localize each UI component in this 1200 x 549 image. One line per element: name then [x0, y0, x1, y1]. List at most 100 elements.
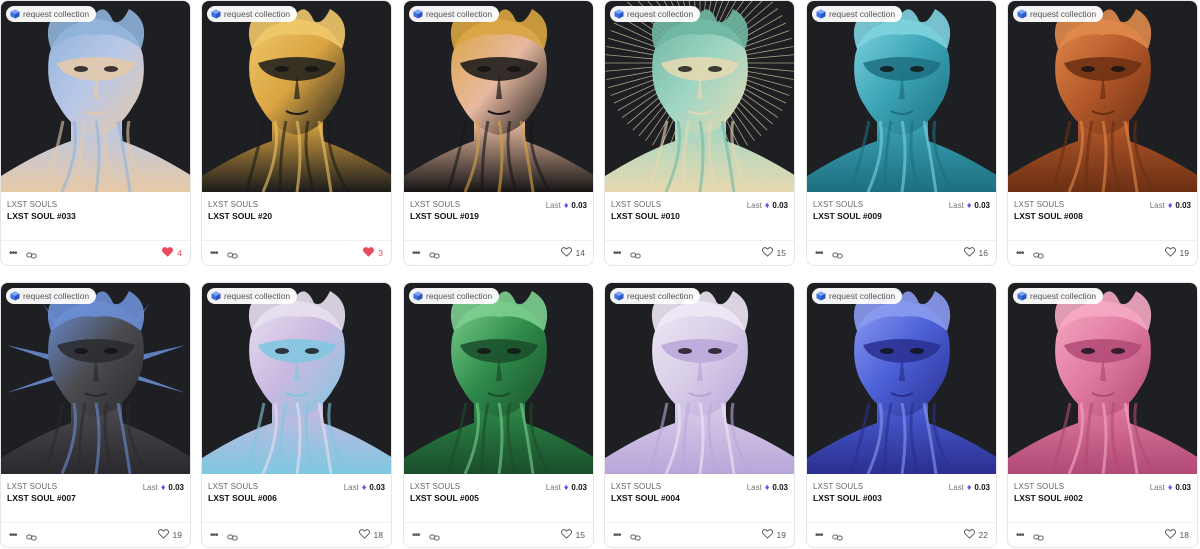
collection-name[interactable]: LXST SOULS [208, 482, 258, 491]
link-icon[interactable] [1033, 530, 1044, 541]
nft-card[interactable]: request collection LXST SOULS LXST SOUL #0… [201, 282, 392, 548]
more-options-icon[interactable]: ••• [1016, 531, 1024, 541]
nft-card[interactable]: request collection LXST SOULS LXST SOUL #0… [1007, 0, 1198, 266]
link-icon[interactable] [630, 530, 641, 541]
like-button[interactable]: 19 [761, 529, 786, 541]
more-options-icon[interactable]: ••• [815, 531, 823, 541]
nft-artwork[interactable] [404, 283, 593, 474]
nft-card[interactable]: request collection LXST SOULS LXST SOUL #0… [604, 282, 795, 548]
nft-artwork[interactable] [404, 1, 593, 192]
request-collection-badge[interactable]: request collection [409, 6, 500, 22]
link-icon[interactable] [832, 248, 843, 259]
collection-name[interactable]: LXST SOULS [208, 200, 258, 209]
nft-title[interactable]: LXST SOUL #007 [7, 493, 76, 503]
card-meta: LXST SOULS LXST SOUL #008 Last ♦ 0.03 [1008, 192, 1197, 242]
nft-artwork[interactable] [605, 283, 794, 474]
link-icon[interactable] [227, 530, 238, 541]
request-collection-badge[interactable]: request collection [6, 6, 97, 22]
like-button[interactable]: 4 [162, 247, 182, 259]
link-icon[interactable] [832, 530, 843, 541]
nft-title[interactable]: LXST SOUL #003 [813, 493, 882, 503]
nft-artwork[interactable] [605, 1, 794, 192]
nft-title[interactable]: LXST SOUL #010 [611, 211, 680, 221]
nft-card[interactable]: request collection LXST SOULS LXST SOUL #0… [604, 0, 795, 266]
nft-title[interactable]: LXST SOUL #008 [1014, 211, 1083, 221]
like-button[interactable]: 15 [560, 529, 585, 541]
request-collection-badge[interactable]: request collection [1013, 288, 1104, 304]
link-icon[interactable] [1033, 248, 1044, 259]
nft-title[interactable]: LXST SOUL #005 [410, 493, 479, 503]
request-collection-badge[interactable]: request collection [1013, 6, 1104, 22]
like-button[interactable]: 14 [560, 247, 585, 259]
collection-name[interactable]: LXST SOULS [1014, 482, 1064, 491]
more-options-icon[interactable]: ••• [210, 249, 218, 259]
request-collection-badge[interactable]: request collection [812, 288, 903, 304]
nft-card[interactable]: request collection LXST SOULS LXST SOUL #0… [806, 282, 997, 548]
request-collection-badge[interactable]: request collection [207, 6, 298, 22]
nft-title[interactable]: LXST SOUL #009 [813, 211, 882, 221]
link-icon[interactable] [630, 248, 641, 259]
link-icon[interactable] [26, 248, 37, 259]
more-options-icon[interactable]: ••• [210, 531, 218, 541]
nft-artwork[interactable] [202, 283, 391, 474]
like-button[interactable]: 22 [963, 529, 988, 541]
request-collection-badge[interactable]: request collection [207, 288, 298, 304]
like-button[interactable]: 15 [761, 247, 786, 259]
nft-artwork[interactable] [807, 283, 996, 474]
request-collection-badge[interactable]: request collection [610, 288, 701, 304]
nft-artwork[interactable] [1, 1, 190, 192]
nft-card[interactable]: request collection LXST SOULS LXST SOUL #0… [0, 0, 191, 266]
nft-artwork[interactable] [1008, 1, 1197, 192]
nft-card[interactable]: request collection LXST SOULS LXST SOUL #0… [403, 0, 594, 266]
collection-name[interactable]: LXST SOULS [7, 482, 57, 491]
like-button[interactable]: 16 [963, 247, 988, 259]
nft-artwork[interactable] [202, 1, 391, 192]
collection-name[interactable]: LXST SOULS [813, 482, 863, 491]
collection-name[interactable]: LXST SOULS [813, 200, 863, 209]
nft-card[interactable]: request collection LXST SOULS LXST SOUL #2… [201, 0, 392, 266]
nft-artwork[interactable] [1008, 283, 1197, 474]
like-button[interactable]: 18 [1164, 529, 1189, 541]
nft-card[interactable]: request collection LXST SOULS LXST SOUL #0… [0, 282, 191, 548]
more-options-icon[interactable]: ••• [412, 249, 420, 259]
link-icon[interactable] [227, 248, 238, 259]
more-options-icon[interactable]: ••• [9, 249, 17, 259]
cube-icon [614, 9, 624, 19]
request-collection-badge[interactable]: request collection [610, 6, 701, 22]
like-button[interactable]: 19 [1164, 247, 1189, 259]
collection-name[interactable]: LXST SOULS [611, 200, 661, 209]
collection-name[interactable]: LXST SOULS [7, 200, 57, 209]
cube-icon [211, 291, 221, 301]
more-options-icon[interactable]: ••• [1016, 249, 1024, 259]
more-options-icon[interactable]: ••• [9, 531, 17, 541]
like-button[interactable]: 19 [157, 529, 182, 541]
request-collection-badge[interactable]: request collection [6, 288, 97, 304]
more-options-icon[interactable]: ••• [815, 249, 823, 259]
collection-name[interactable]: LXST SOULS [410, 482, 460, 491]
collection-name[interactable]: LXST SOULS [1014, 200, 1064, 209]
collection-name[interactable]: LXST SOULS [611, 482, 661, 491]
link-icon[interactable] [429, 530, 440, 541]
like-button[interactable]: 3 [363, 247, 383, 259]
nft-title[interactable]: LXST SOUL #002 [1014, 493, 1083, 503]
nft-title[interactable]: LXST SOUL #006 [208, 493, 277, 503]
nft-artwork[interactable] [1, 283, 190, 474]
collection-name[interactable]: LXST SOULS [410, 200, 460, 209]
nft-card[interactable]: request collection LXST SOULS LXST SOUL #0… [806, 0, 997, 266]
nft-title[interactable]: LXST SOUL #019 [410, 211, 479, 221]
more-options-icon[interactable]: ••• [412, 531, 420, 541]
more-options-icon[interactable]: ••• [613, 249, 621, 259]
nft-title[interactable]: LXST SOUL #20 [208, 211, 272, 221]
link-icon[interactable] [429, 248, 440, 259]
link-icon[interactable] [26, 530, 37, 541]
request-collection-badge[interactable]: request collection [812, 6, 903, 22]
nft-card[interactable]: request collection LXST SOULS LXST SOUL #0… [403, 282, 594, 548]
card-meta: LXST SOULS LXST SOUL #033 [1, 192, 190, 242]
nft-artwork[interactable] [807, 1, 996, 192]
request-collection-badge[interactable]: request collection [409, 288, 500, 304]
more-options-icon[interactable]: ••• [613, 531, 621, 541]
nft-title[interactable]: LXST SOUL #004 [611, 493, 680, 503]
like-button[interactable]: 18 [358, 529, 383, 541]
nft-card[interactable]: request collection LXST SOULS LXST SOUL #0… [1007, 282, 1198, 548]
nft-title[interactable]: LXST SOUL #033 [7, 211, 76, 221]
